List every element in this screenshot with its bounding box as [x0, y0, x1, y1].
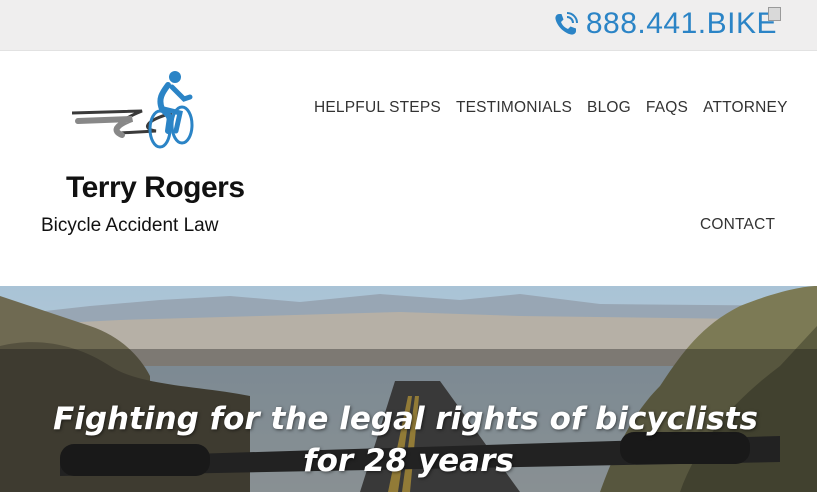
nav-blog[interactable]: BLOG	[587, 99, 631, 117]
logo-name: Terry Rogers	[66, 171, 245, 204]
cyclist-icon	[72, 71, 194, 149]
nav-contact[interactable]: CONTACT	[700, 216, 775, 234]
close-icon[interactable]	[768, 7, 781, 21]
nav-attorney[interactable]: ATTORNEY	[703, 99, 788, 117]
hero-title: Fighting for the legal rights of bicycli…	[0, 398, 817, 482]
top-bar: 888.441.BIKE	[0, 0, 817, 51]
hero-title-line1: Fighting for the legal rights of bicycli…	[53, 401, 758, 437]
phone-number[interactable]: 888.441.BIKE	[586, 6, 777, 42]
phone-icon	[552, 10, 580, 38]
logo-subtitle: Bicycle Accident Law	[41, 215, 219, 236]
site-header: Terry Rogers Bicycle Accident Law HELPFU…	[0, 51, 817, 286]
nav-helpful-steps[interactable]: HELPFUL STEPS	[314, 99, 441, 117]
nav-testimonials[interactable]: TESTIMONIALS	[456, 99, 572, 117]
nav-faqs[interactable]: FAQS	[646, 99, 688, 117]
phone-link[interactable]: 888.441.BIKE	[552, 6, 777, 42]
hero-banner: Fighting for the legal rights of bicycli…	[0, 286, 817, 492]
main-nav: HELPFUL STEPS TESTIMONIALS BLOG FAQS ATT…	[314, 99, 788, 117]
hero-title-line2: for 28 years	[303, 443, 514, 479]
site-logo[interactable]: Terry Rogers Bicycle Accident Law	[38, 69, 278, 236]
